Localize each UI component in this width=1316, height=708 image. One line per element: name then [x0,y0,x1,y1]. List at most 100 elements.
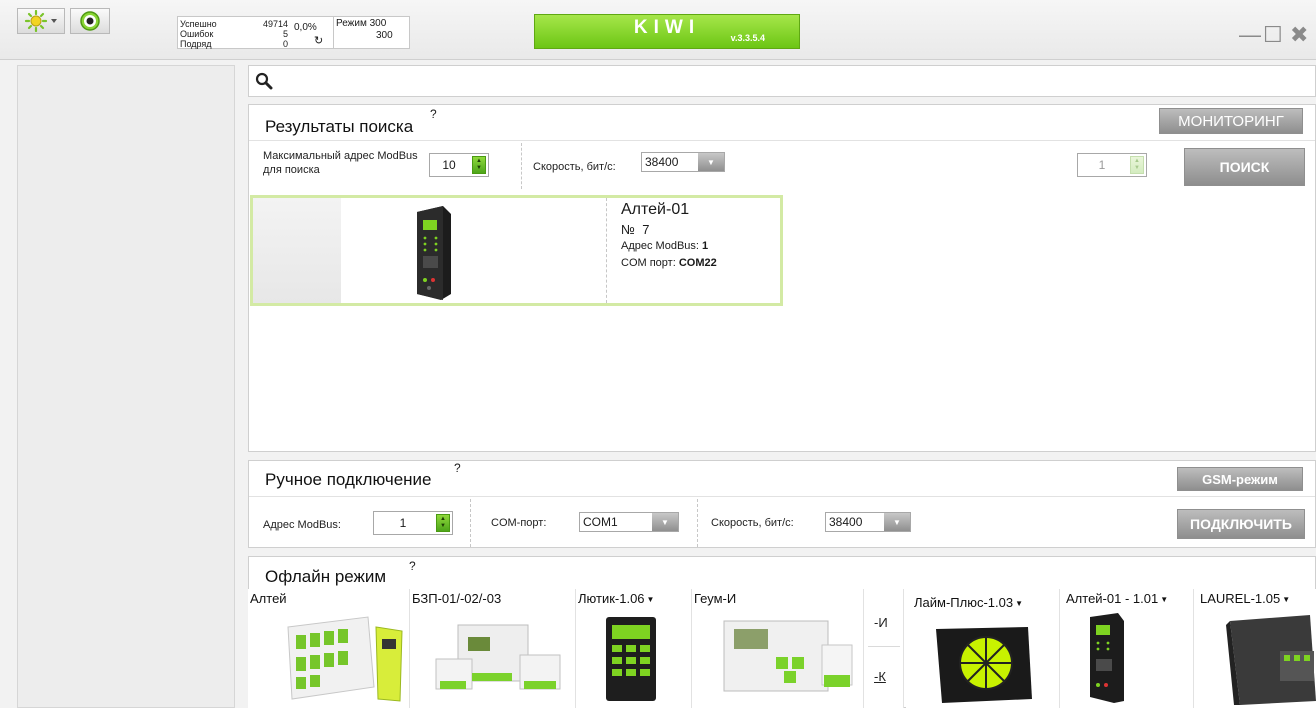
device-address-label: Адрес ModBus: [621,240,699,252]
device-name: Лайм-Плюс-1.03 ▼ [914,595,1024,610]
device-address-row: Адрес ModBus: 1 [621,240,717,252]
manual-help-icon[interactable]: ? [454,461,461,475]
top-toolbar: Успешно Ошибок Подряд 49714 5 0 0,0% ↻ Р… [0,0,1316,60]
device-image [1226,615,1316,705]
max-address-stepper[interactable]: 10 ▲ ▼ [429,153,489,177]
manual-connection-panel: Ручное подключение ? GSM-режим Адрес Mod… [248,460,1316,548]
modbus-address-label: Адрес ModBus: [263,519,341,531]
device-image [723,620,853,692]
stat-value-errors: 5 [282,29,288,39]
results-title: Результаты поиска [265,117,414,136]
offline-device-lyutik[interactable]: Лютик-1.06 ▼ [576,589,692,708]
mode-value: 300 [376,30,393,41]
chevron-down-icon[interactable]: ▼ [1160,595,1168,604]
device-image [1090,613,1124,703]
search-icon [255,72,273,90]
offline-device-altey[interactable]: Алтей [248,589,410,708]
device-number-label: № [621,222,635,237]
speed-select[interactable]: 38400 ▼ [641,152,725,172]
device-number: 7 [642,222,650,237]
device-image [936,627,1032,703]
stat-percent: 0,0% [294,22,317,33]
device-address: 1 [702,240,709,252]
speed-value: 38400 [645,155,679,169]
stats-panel: Успешно Ошибок Подряд 49714 5 0 0,0% ↻ Р… [177,16,410,49]
variant-k-link[interactable]: -К [874,669,886,684]
offline-device-laurel[interactable]: LAUREL-1.05 ▼ [1194,589,1316,708]
divider [470,499,471,547]
monitoring-button[interactable]: МОНИТОРИНГ [1159,108,1303,134]
search-input[interactable] [279,70,1299,92]
device-name: Геум-И [694,591,737,606]
offline-title: Офлайн режим [265,567,387,586]
offline-device-altey-01[interactable]: Алтей-01 - 1.01 ▼ [1060,589,1194,708]
manual-speed-value: 38400 [829,515,863,529]
minimize-icon[interactable]: — [1239,24,1261,46]
device-port-label: COM порт: [621,257,676,269]
speed-label: Скорость, бит/с: [533,161,616,173]
refresh-icon[interactable]: ↻ [314,36,323,47]
device-image [435,624,561,690]
target-icon-button[interactable] [70,8,110,34]
connect-button[interactable]: ПОДКЛЮЧИТЬ [1177,509,1305,539]
stat-label-success: Успешно [180,19,217,29]
target-icon [80,11,100,31]
variant-i-link[interactable]: -И [874,615,888,630]
stat-label-errors: Ошибок [180,29,214,39]
stat-value-row: 0 [282,39,288,49]
offline-device-geum[interactable]: Геум-И [692,589,864,708]
chevron-down-icon[interactable]: ▼ [647,595,655,604]
device-name: LAUREL-1.05 ▼ [1200,591,1291,606]
manual-speed-select[interactable]: 38400 ▼ [825,512,911,532]
results-help-icon[interactable]: ? [430,107,437,121]
device-number-row: № 7 [621,222,717,237]
mode-label: Режим 300 [336,18,387,29]
chevron-down-icon[interactable]: ▼ [1015,599,1023,608]
search-button[interactable]: ПОИСК [1184,148,1305,186]
modbus-address-stepper[interactable]: 1 ▲ ▼ [373,511,453,535]
device-name: Алтей [250,591,287,606]
close-icon[interactable]: ✖ [1290,24,1308,46]
results-divider [249,140,1315,141]
manual-divider [249,496,1315,497]
manual-title: Ручное подключение [265,470,432,489]
offline-device-bzp[interactable]: БЗП-01/-02/-03 [410,589,576,708]
manual-speed-label: Скорость, бит/с: [711,517,794,529]
chevron-down-icon[interactable]: ▼ [1282,595,1290,604]
device-port: COM22 [678,257,717,269]
com-port-label: COM-порт: [491,517,547,529]
sun-icon-button[interactable] [17,8,65,34]
device-name: Лютик-1.06 ▼ [578,591,655,606]
offline-device-laym[interactable]: Лайм-Плюс-1.03 ▼ [906,589,1060,708]
count-value: 1 [1098,158,1106,172]
device-name: Алтей-01 - 1.01 ▼ [1066,591,1169,606]
device-info: Алтей-01 № 7 Адрес ModBus: 1 COM порт: C… [621,201,717,269]
count-stepper[interactable]: 1 ▲ ▼ [1077,153,1147,177]
device-image [341,198,607,303]
geum-variants: -И -К [864,589,904,708]
chevron-down-icon: ▼ [698,153,724,171]
stepper-arrows-icon[interactable]: ▲ ▼ [436,514,450,532]
device-card[interactable]: Алтей-01 № 7 Адрес ModBus: 1 COM порт: C… [250,195,783,306]
device-thumb [253,198,341,303]
offline-help-icon[interactable]: ? [409,559,416,573]
com-port-select[interactable]: COM1 ▼ [579,512,679,532]
divider [521,143,522,189]
version-label: v.3.3.5.4 [730,33,765,43]
modbus-address-value: 1 [399,516,407,530]
stats-divider [333,16,334,49]
stat-value-success: 49714 [262,19,288,29]
stepper-arrows-icon[interactable]: ▲ ▼ [472,156,486,174]
stat-label-row: Подряд [180,39,212,49]
device-name: БЗП-01/-02/-03 [412,591,502,606]
stepper-arrows-icon[interactable]: ▲ ▼ [1130,156,1144,174]
gsm-mode-button[interactable]: GSM-режим [1177,467,1303,491]
device-image [287,616,403,702]
maximize-icon[interactable]: ☐ [1263,24,1283,46]
device-port-row: COM порт: COM22 [621,257,717,269]
kiwi-banner: KIWI v.3.3.5.4 [534,14,800,49]
device-image [606,617,656,701]
com-port-value: COM1 [583,515,618,529]
search-bar [248,65,1316,97]
max-address-label: Максимальный адрес ModBus для поиска [263,150,418,176]
